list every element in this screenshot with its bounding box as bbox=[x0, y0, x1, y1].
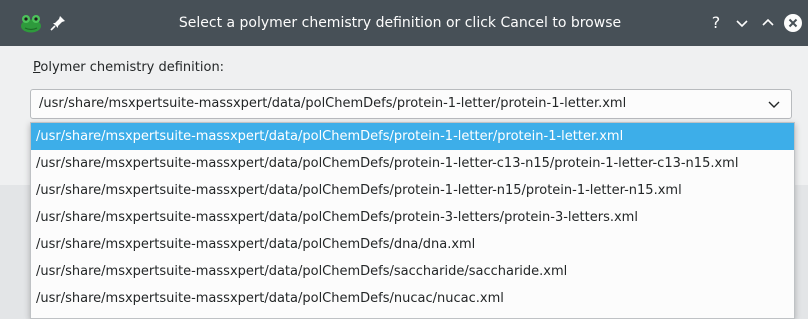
dropdown-option[interactable]: /usr/share/msxpertsuite-massxpert/data/p… bbox=[31, 204, 794, 231]
combobox-value: /usr/share/msxpertsuite-massxpert/data/p… bbox=[39, 96, 627, 111]
pin-icon[interactable] bbox=[48, 13, 68, 33]
help-button[interactable]: ? bbox=[706, 13, 726, 33]
label-text: olymer chemistry definition: bbox=[40, 60, 225, 75]
frog-app-icon[interactable] bbox=[20, 13, 42, 33]
dropdown-list[interactable]: /usr/share/msxpertsuite-massxpert/data/p… bbox=[30, 122, 795, 319]
dropdown-option[interactable]: /usr/share/msxpertsuite-massxpert/data/p… bbox=[31, 150, 794, 177]
maximize-button[interactable] bbox=[758, 13, 778, 33]
chevron-up-icon bbox=[762, 18, 774, 26]
dropdown-option[interactable]: /usr/share/msxpertsuite-massxpert/data/p… bbox=[31, 258, 794, 285]
chevron-down-icon bbox=[736, 20, 748, 28]
title-bar[interactable]: Select a polymer chemistry definition or… bbox=[0, 0, 808, 46]
dropdown-option[interactable]: /usr/share/msxpertsuite-massxpert/data/p… bbox=[31, 285, 794, 312]
dropdown-option[interactable]: /usr/share/msxpertsuite-massxpert/data/p… bbox=[31, 231, 794, 258]
dropdown-option[interactable]: /usr/share/msxpertsuite-massxpert/data/p… bbox=[31, 123, 794, 150]
polymer-definition-label: Polymer chemistry definition: bbox=[33, 60, 224, 75]
window-title: Select a polymer chemistry definition or… bbox=[178, 15, 622, 31]
polymer-definition-combobox[interactable]: /usr/share/msxpertsuite-massxpert/data/p… bbox=[30, 89, 792, 119]
dropdown-option[interactable]: /usr/share/msxpertsuite-massxpert/data/p… bbox=[31, 177, 794, 204]
minimize-button[interactable] bbox=[732, 13, 752, 33]
close-button[interactable] bbox=[783, 13, 803, 33]
chevron-down-icon[interactable] bbox=[767, 99, 781, 111]
close-icon bbox=[784, 14, 802, 32]
